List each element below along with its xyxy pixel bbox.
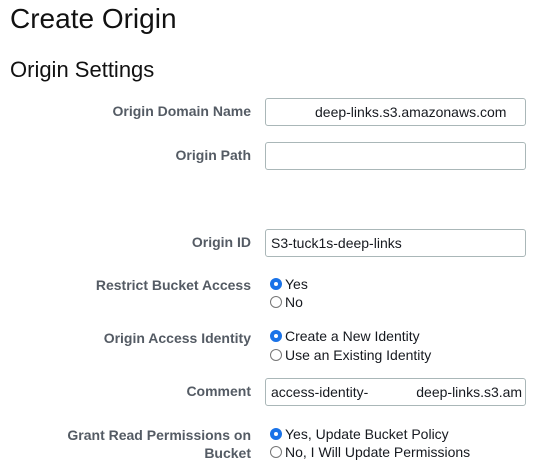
comment-input[interactable]: access-identity-deep-links.s3.am: [265, 378, 526, 406]
origin-access-identity-use-existing[interactable]: Use an Existing Identity: [270, 346, 431, 364]
origin-domain-name-input[interactable]: deep-links.s3.amazonaws.com: [265, 98, 526, 126]
origin-path-input[interactable]: [265, 142, 526, 170]
origin-domain-name-label: Origin Domain Name: [112, 103, 251, 119]
radio-selected-icon[interactable]: [270, 428, 282, 440]
origin-access-identity-create-new[interactable]: Create a New Identity: [270, 327, 420, 345]
radio-label: No: [285, 294, 303, 310]
origin-id-label: Origin ID: [191, 234, 251, 250]
radio-unselected-icon[interactable]: [270, 446, 282, 458]
origin-path-label: Origin Path: [175, 147, 251, 163]
radio-selected-icon[interactable]: [270, 330, 282, 342]
radio-label: Create a New Identity: [285, 328, 420, 344]
comment-value-suffix: deep-links.s3.am: [416, 384, 523, 400]
grant-read-permissions-yes[interactable]: Yes, Update Bucket Policy: [270, 425, 449, 443]
origin-domain-name-value: deep-links.s3.amazonaws.com: [315, 104, 507, 120]
grant-read-permissions-label-line1: Grant Read Permissions on: [67, 427, 251, 443]
radio-label: No, I Will Update Permissions: [285, 444, 471, 460]
restrict-bucket-access-yes[interactable]: Yes: [270, 275, 308, 293]
restrict-bucket-access-no[interactable]: No: [270, 293, 303, 311]
restrict-bucket-access-label: Restrict Bucket Access: [95, 277, 251, 293]
comment-value-prefix: access-identity-: [271, 384, 369, 400]
radio-label: Yes, Update Bucket Policy: [285, 426, 449, 442]
grant-read-permissions-label: Grant Read Permissions on Bucket: [67, 426, 251, 462]
origin-access-identity-label: Origin Access Identity: [103, 330, 251, 346]
radio-label: Yes: [285, 276, 308, 292]
radio-unselected-icon[interactable]: [270, 349, 282, 361]
origin-id-input[interactable]: S3-tuck1s-deep-links: [265, 229, 526, 257]
create-origin-form: Create Origin Origin Settings Origin Dom…: [0, 0, 560, 467]
radio-unselected-icon[interactable]: [270, 296, 282, 308]
origin-id-value: S3-tuck1s-deep-links: [271, 235, 402, 251]
section-title: Origin Settings: [10, 57, 155, 82]
grant-read-permissions-label-line2: Bucket: [204, 445, 251, 461]
radio-label: Use an Existing Identity: [285, 347, 432, 363]
comment-label: Comment: [186, 383, 251, 399]
grant-read-permissions-no[interactable]: No, I Will Update Permissions: [270, 443, 470, 461]
radio-selected-icon[interactable]: [270, 278, 282, 290]
page-title: Create Origin: [10, 3, 177, 34]
